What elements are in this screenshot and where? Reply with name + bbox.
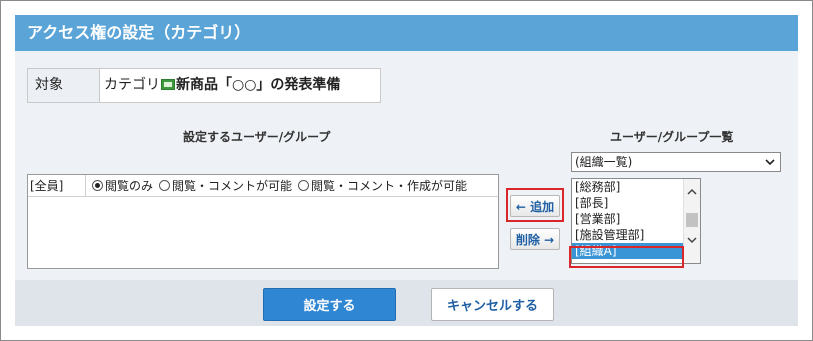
radio-label: 閲覧のみ: [105, 179, 154, 193]
footer-bar: [15, 280, 798, 326]
chevron-up-icon[interactable]: [686, 187, 698, 200]
selected-item-highlight: [569, 246, 684, 268]
chevron-down-icon[interactable]: [686, 235, 698, 248]
page-title: アクセス権の設定（カテゴリ）: [15, 15, 798, 51]
target-value: カテゴリ 新商品「○○」の発表準備: [100, 69, 380, 102]
radio-unchecked-icon[interactable]: [159, 180, 171, 191]
list-item[interactable]: [総務部]: [572, 179, 700, 195]
listbox-scrollbar[interactable]: [683, 179, 700, 263]
submit-button[interactable]: 設定する: [263, 288, 396, 321]
category-icon: [161, 79, 175, 90]
group-type-select[interactable]: (組織一覧): [571, 152, 781, 172]
add-button[interactable]: ← 追加: [510, 195, 560, 217]
radio-unchecked-icon[interactable]: [298, 180, 310, 191]
list-item[interactable]: [営業部]: [572, 211, 700, 227]
scrollbar-thumb[interactable]: [686, 213, 698, 227]
radio-view-comment-create[interactable]: 閲覧・コメント・作成が可能: [298, 177, 467, 194]
target-label: 対象: [28, 69, 100, 102]
target-prefix: カテゴリ: [104, 77, 160, 93]
select-value: (組織一覧): [575, 155, 633, 169]
table-row[interactable]: [全員] 閲覧のみ 閲覧・コメントが可能 閲覧・コメント・作成が可能: [28, 174, 498, 197]
radio-label: 閲覧・コメントが可能: [172, 179, 293, 193]
radio-view-only[interactable]: 閲覧のみ: [92, 177, 153, 194]
target-row: 対象 カテゴリ 新商品「○○」の発表準備: [27, 68, 381, 103]
chevron-down-icon: [764, 155, 776, 173]
assigned-name: [全員]: [28, 174, 86, 197]
list-item[interactable]: [部長]: [572, 195, 700, 211]
picker-heading: ユーザー/グループ一覧: [610, 130, 734, 144]
radio-view-comment[interactable]: 閲覧・コメントが可能: [159, 177, 292, 194]
radio-label: 閲覧・コメント・作成が可能: [311, 179, 468, 193]
target-name: 新商品「○○」の発表準備: [176, 77, 341, 93]
radio-checked-icon[interactable]: [92, 180, 103, 191]
remove-button[interactable]: 削除 →: [510, 228, 560, 250]
assigned-list: [全員] 閲覧のみ 閲覧・コメントが可能 閲覧・コメント・作成が可能: [27, 174, 499, 269]
cancel-button[interactable]: キャンセルする: [431, 288, 554, 321]
list-item[interactable]: [施設管理部]: [572, 227, 700, 243]
assigned-heading: 設定するユーザー/グループ: [183, 130, 331, 144]
